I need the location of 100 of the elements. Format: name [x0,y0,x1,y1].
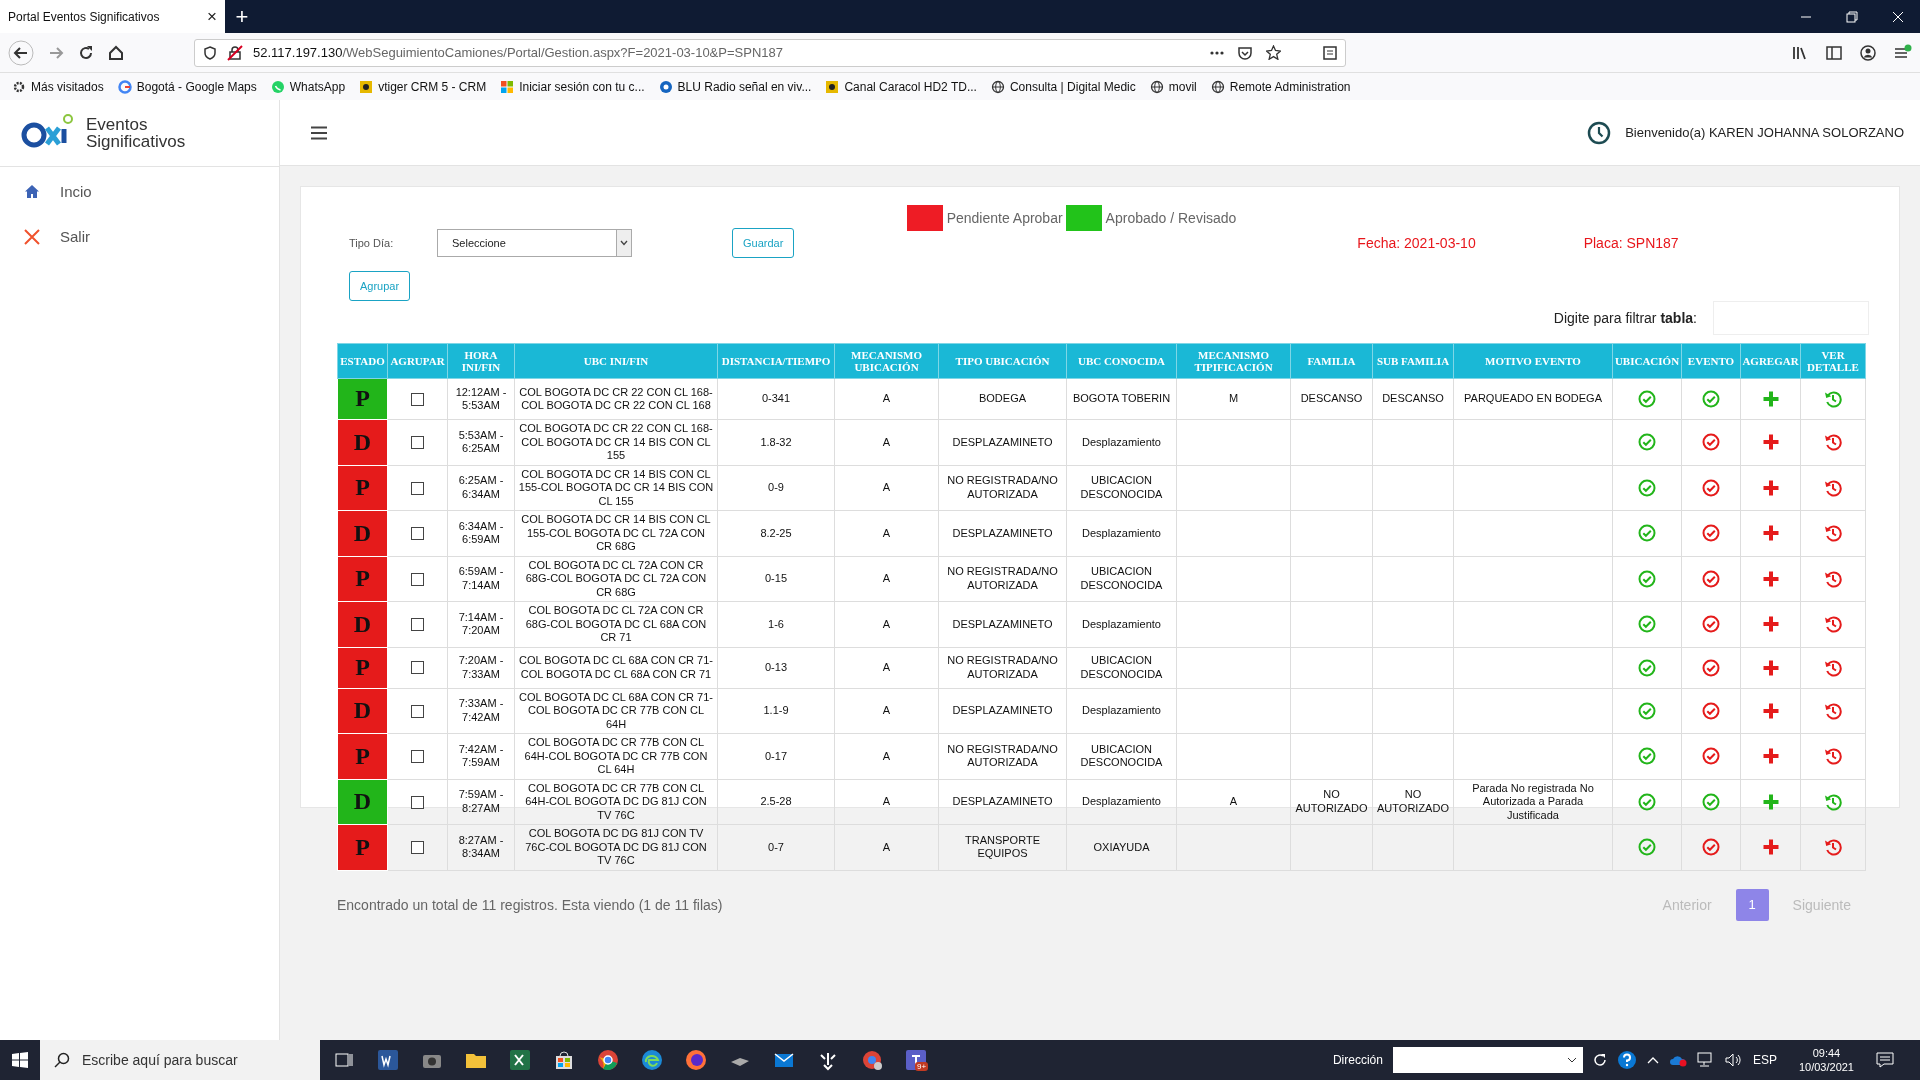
network-icon[interactable] [1696,1052,1715,1068]
home-icon[interactable] [108,44,124,61]
menu-item[interactable]: Salir [0,214,279,259]
bookmark-link[interactable]: Consulta | Digital Medic [990,79,1136,94]
menu-icon[interactable] [310,125,328,140]
clock-time[interactable]: 09:44 [1812,1046,1841,1060]
speaker-icon[interactable] [1724,1052,1743,1068]
reload-icon[interactable] [78,44,94,61]
plus-icon[interactable] [1761,478,1780,497]
checkbox[interactable] [411,527,424,541]
pocket-icon[interactable] [1238,45,1252,60]
more-dots-icon[interactable] [1210,50,1224,55]
bookmark-link[interactable]: WhatsApp [270,79,346,94]
check-circle-icon[interactable] [1638,701,1656,720]
check-circle-icon[interactable] [1702,524,1720,543]
bookmark-link[interactable]: BLU Radio señal en viv... [658,79,812,94]
tab-close-button[interactable]: × [207,6,217,27]
check-circle-icon[interactable] [1702,390,1720,408]
bookmark-link[interactable]: Más visitados [12,79,104,94]
refresh-icon[interactable] [1592,1053,1607,1067]
chevron-up-icon[interactable] [1646,1056,1659,1064]
plus-icon[interactable] [1761,701,1780,720]
check-circle-icon[interactable] [1638,658,1656,677]
plus-icon[interactable] [1761,838,1780,857]
plus-icon[interactable] [1761,433,1780,452]
checkbox[interactable] [411,572,424,586]
bookmark-link[interactable]: Canal Caracol HD2 TD... [825,79,977,94]
check-circle-icon[interactable] [1702,792,1720,811]
history-icon[interactable] [1824,615,1842,634]
language-indicator[interactable]: ESP [1752,1053,1777,1067]
clock-date[interactable]: 10/03/2021 [1798,1060,1854,1074]
checkbox[interactable] [411,481,424,495]
checkbox[interactable] [411,661,424,675]
plus-icon[interactable] [1761,569,1780,588]
browser-icon[interactable] [861,1049,883,1071]
check-circle-icon[interactable] [1702,433,1720,452]
plus-icon[interactable] [1761,390,1780,408]
plus-icon[interactable] [1761,658,1780,677]
check-circle-icon[interactable] [1638,838,1656,857]
browser-tab[interactable]: Portal Eventos Significativos × [0,0,225,33]
check-circle-icon[interactable] [1702,478,1720,497]
plus-icon[interactable] [1761,792,1780,811]
checkbox[interactable] [411,704,424,718]
check-circle-icon[interactable] [1638,569,1656,588]
sidebar-icon[interactable] [1826,45,1842,60]
close-icon[interactable] [1892,10,1904,23]
spreadsheet-icon[interactable] [509,1049,531,1071]
checkbox[interactable] [411,618,424,632]
check-circle-icon[interactable] [1702,838,1720,857]
check-circle-icon[interactable] [1638,524,1656,543]
check-circle-icon[interactable] [1702,747,1720,766]
notifications-icon[interactable] [1876,1052,1894,1068]
checkbox[interactable] [411,841,424,855]
check-circle-icon[interactable] [1638,615,1656,634]
library-icon[interactable] [1792,44,1808,61]
bookmark-link[interactable]: movil [1149,79,1197,94]
checkbox[interactable] [411,436,424,450]
history-icon[interactable] [1824,658,1842,677]
check-circle-icon[interactable] [1638,433,1656,452]
check-circle-icon[interactable] [1638,390,1656,408]
bookmark-link[interactable]: Remote Administration [1210,79,1351,94]
history-icon[interactable] [1824,524,1842,543]
check-circle-icon[interactable] [1702,569,1720,588]
new-tab-button[interactable]: + [225,0,259,33]
check-circle-icon[interactable] [1638,792,1656,811]
history-icon[interactable] [1824,701,1842,720]
browser-icon[interactable] [641,1049,663,1071]
account-icon[interactable] [1860,44,1876,61]
document-icon[interactable] [377,1049,399,1071]
menu-item[interactable]: Incio [0,169,279,214]
history-icon[interactable] [1824,478,1842,497]
windows-icon[interactable] [12,1052,28,1068]
bookmark-link[interactable]: vtiger CRM 5 - CRM [359,79,487,94]
tipo-dia-select[interactable]: Seleccione [437,229,632,257]
check-circle-icon[interactable] [1702,701,1720,720]
history-icon[interactable] [1824,838,1842,857]
check-circle-icon[interactable] [1702,615,1720,634]
check-circle-icon[interactable] [1638,747,1656,766]
taskbar-search-field[interactable]: Escribe aquí para buscar [40,1040,320,1080]
checkbox[interactable] [411,392,424,406]
cloud-icon[interactable] [1668,1053,1687,1067]
plus-icon[interactable] [1761,747,1780,766]
checkbox[interactable] [411,795,424,809]
history-icon[interactable] [1824,433,1842,452]
shopping-bag-icon[interactable] [553,1049,575,1071]
browser-icon[interactable] [685,1049,707,1071]
help-icon[interactable] [1616,1050,1637,1070]
address-field[interactable] [1392,1047,1583,1073]
history-icon[interactable] [1824,390,1842,408]
bookmark-link[interactable]: Bogotá - Google Maps [117,79,257,94]
checkbox[interactable] [411,750,424,764]
history-icon[interactable] [1824,747,1842,766]
plus-icon[interactable] [1761,615,1780,634]
restore-icon[interactable] [1846,10,1858,23]
plus-icon[interactable] [1761,524,1780,543]
check-circle-icon[interactable] [1702,658,1720,677]
chat-app-icon[interactable] [905,1049,927,1071]
bookmark-link[interactable]: Iniciar sesión con tu c... [500,79,645,94]
browser-icon[interactable] [597,1049,619,1071]
history-icon[interactable] [1824,569,1842,588]
